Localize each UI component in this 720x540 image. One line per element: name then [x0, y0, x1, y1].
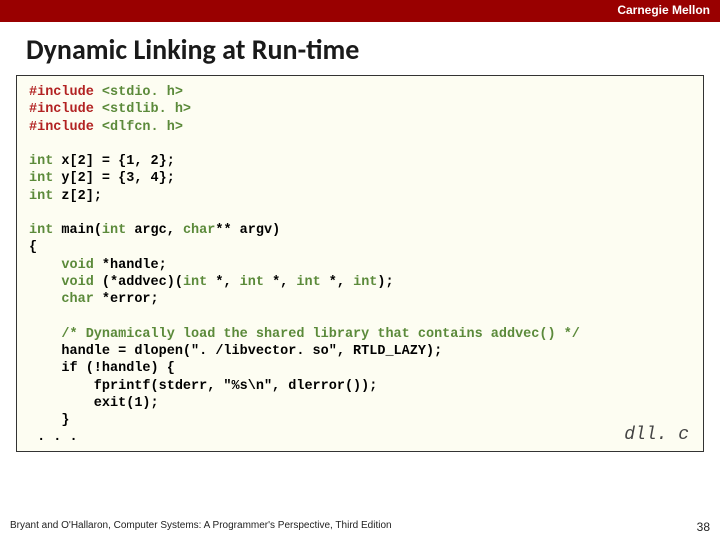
kw-int: int	[29, 171, 53, 186]
hdr: <stdio. h>	[102, 85, 183, 100]
hdr: <stdlib. h>	[102, 102, 191, 117]
code-text: );	[377, 275, 393, 290]
footer: Bryant and O'Hallaron, Computer Systems:…	[10, 520, 710, 534]
kw-int: int	[296, 275, 320, 290]
indent	[29, 292, 61, 307]
code-text: *,	[264, 275, 296, 290]
university-label: Carnegie Mellon	[617, 3, 710, 17]
code-text: (*addvec)(	[94, 275, 183, 290]
kw-include: #include	[29, 102, 94, 117]
code-text: fprintf(stderr, "%s\n", dlerror());	[29, 379, 377, 394]
filename-label: dll. c	[624, 425, 689, 445]
header-bar: Carnegie Mellon	[0, 0, 720, 22]
code-text: *handle;	[94, 258, 167, 273]
kw-include: #include	[29, 120, 94, 135]
code-listing: #include <stdio. h> #include <stdlib. h>…	[29, 84, 691, 447]
kw-int: int	[240, 275, 264, 290]
kw-int: int	[29, 154, 53, 169]
kw-include: #include	[29, 85, 94, 100]
code-text: {	[29, 240, 37, 255]
kw-int: int	[353, 275, 377, 290]
code-text: handle = dlopen(". /libvector. so", RTLD…	[29, 344, 442, 359]
indent	[29, 327, 61, 342]
code-block: #include <stdio. h> #include <stdlib. h>…	[16, 75, 704, 452]
code-text: . . .	[29, 430, 78, 445]
code-text: *,	[207, 275, 239, 290]
code-text: *,	[321, 275, 353, 290]
code-text: main(	[53, 223, 102, 238]
indent	[29, 258, 61, 273]
indent	[29, 275, 61, 290]
code-text: if (!handle) {	[29, 361, 175, 376]
code-text: argc,	[126, 223, 183, 238]
page-number: 38	[697, 520, 710, 534]
code-text: x[2] = {1, 2};	[53, 154, 175, 169]
comment: /* Dynamically load the shared library t…	[61, 327, 579, 342]
kw-int: int	[183, 275, 207, 290]
hdr: <dlfcn. h>	[102, 120, 183, 135]
code-text: exit(1);	[29, 396, 159, 411]
kw-int: int	[102, 223, 126, 238]
kw-void: void	[61, 275, 93, 290]
kw-int: int	[29, 223, 53, 238]
code-text: z[2];	[53, 189, 102, 204]
kw-int: int	[29, 189, 53, 204]
code-text: ** argv)	[215, 223, 280, 238]
footer-citation: Bryant and O'Hallaron, Computer Systems:…	[10, 520, 392, 534]
kw-char: char	[61, 292, 93, 307]
code-text: *error;	[94, 292, 159, 307]
code-text: y[2] = {3, 4};	[53, 171, 175, 186]
code-text: }	[29, 413, 70, 428]
slide-title: Dynamic Linking at Run-time	[0, 22, 720, 75]
kw-char: char	[183, 223, 215, 238]
kw-void: void	[61, 258, 93, 273]
